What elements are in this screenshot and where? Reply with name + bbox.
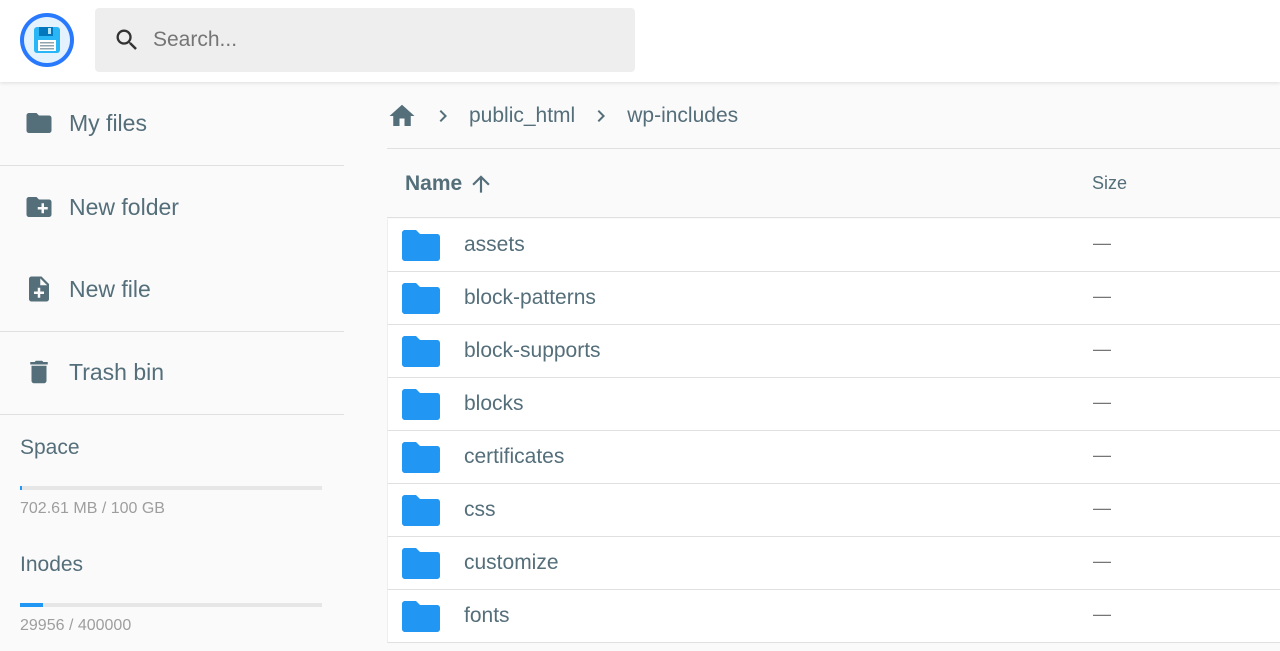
column-header-name[interactable]: Name [405,171,494,197]
file-size: — [1093,286,1111,306]
file-size: — [1093,604,1111,624]
trash-icon [24,357,54,387]
file-size: — [1093,498,1111,518]
column-header-size[interactable]: Size [1092,173,1127,194]
file-name: assets [464,233,525,256]
sidebar-item-label: New folder [69,193,179,220]
sidebar-item-new-file[interactable]: New file [0,248,344,330]
breadcrumb-public-html[interactable]: public_html [469,104,575,128]
space-progress-bar [20,486,322,490]
file-plus-icon [24,274,54,304]
folder-icon [402,388,440,420]
divider [0,414,344,415]
list-item[interactable]: blocks — [387,378,1280,431]
column-header-name-label: Name [405,172,463,195]
file-browser: public_html wp-includes Name Size assets… [387,82,1280,651]
file-name: fonts [464,604,510,627]
file-size: — [1093,233,1111,253]
breadcrumb: public_html wp-includes [387,98,738,134]
file-size: — [1093,551,1111,571]
list-item[interactable]: block-patterns — [387,272,1280,325]
inodes-title: Inodes [20,553,84,576]
inodes-progress-bar [20,603,322,607]
floppy-disk-icon [24,17,70,63]
arrow-up-icon [468,171,494,197]
folder-icon [402,494,440,526]
folder-icon [402,229,440,261]
file-size: — [1093,392,1111,412]
file-size: — [1093,339,1111,359]
list-item[interactable]: certificates — [387,431,1280,484]
search-box[interactable] [95,8,635,72]
file-name: css [464,498,496,521]
sidebar: My files New folder New file Trash bin S… [0,82,344,651]
sidebar-item-label: My files [69,109,147,136]
folder-icon [402,282,440,314]
top-bar [0,0,1280,82]
list-item[interactable]: block-supports — [387,325,1280,378]
app-logo[interactable] [20,13,74,67]
list-header: Name Size [387,148,1280,218]
folder-plus-icon [24,192,54,222]
sidebar-item-label: Trash bin [69,358,165,385]
inodes-usage-text: 29956 / 400000 [20,617,132,634]
list-item[interactable]: customize — [387,537,1280,590]
home-icon[interactable] [387,101,417,131]
file-name: customize [464,551,559,574]
chevron-right-icon [589,104,613,128]
sidebar-item-label: New file [69,275,151,302]
sidebar-item-new-folder[interactable]: New folder [0,166,344,248]
inodes-progress-fill [20,603,43,607]
folder-icon [402,441,440,473]
folder-icon [402,335,440,367]
folder-icon [24,108,54,138]
file-list: assets — block-patterns — block-supports… [387,219,1280,643]
breadcrumb-wp-includes[interactable]: wp-includes [627,104,738,128]
folder-icon [402,547,440,579]
file-name: certificates [464,445,565,468]
space-usage-text: 702.61 MB / 100 GB [20,500,165,517]
list-item[interactable]: fonts — [387,590,1280,643]
search-input[interactable] [153,28,593,52]
search-icon[interactable] [113,26,141,54]
file-name: blocks [464,392,524,415]
list-item[interactable]: css — [387,484,1280,537]
chevron-right-icon [431,104,455,128]
file-name: block-supports [464,339,601,362]
sidebar-item-trash-bin[interactable]: Trash bin [0,331,344,413]
space-progress-fill [20,486,23,490]
list-item[interactable]: assets — [387,219,1280,272]
file-size: — [1093,445,1111,465]
folder-icon [402,600,440,632]
file-name: block-patterns [464,286,596,309]
space-title: Space [20,436,80,459]
sidebar-item-my-files[interactable]: My files [0,82,344,164]
